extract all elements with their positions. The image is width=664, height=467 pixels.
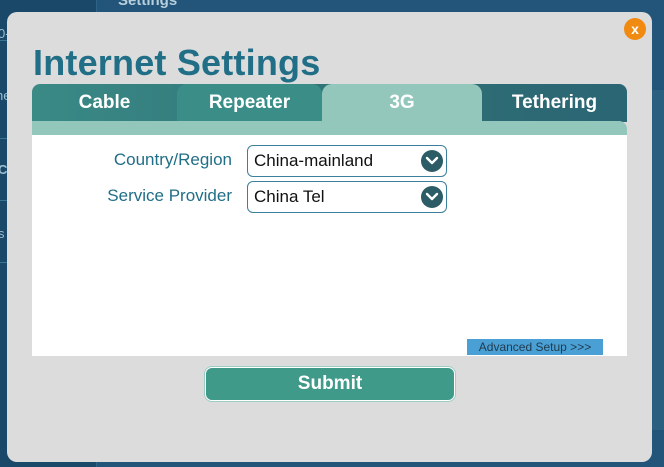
tab-3g[interactable]: 3G (322, 84, 482, 122)
background-text: s (0, 226, 5, 241)
close-icon: x (631, 21, 639, 37)
tab-cable[interactable]: Cable (32, 84, 177, 122)
provider-label: Service Provider (107, 186, 232, 205)
provider-row: Service Provider China Tel (32, 181, 627, 213)
country-value: China-mainland (254, 151, 374, 170)
submit-button[interactable]: Submit (205, 367, 455, 401)
tab-tethering[interactable]: Tethering (482, 84, 627, 122)
chevron-down-icon (421, 186, 443, 208)
tab-repeater[interactable]: Repeater (177, 84, 322, 122)
background-page-title: Settings (118, 0, 178, 9)
country-row: Country/Region China-mainland (32, 145, 627, 177)
country-select[interactable]: China-mainland (247, 145, 447, 177)
provider-select[interactable]: China Tel (247, 181, 447, 213)
background-panel (652, 90, 664, 430)
dialog-title: Internet Settings (33, 42, 321, 83)
tab-bar: Cable Repeater 3G Tethering (32, 84, 627, 122)
country-label: Country/Region (113, 150, 232, 169)
settings-panel: Country/Region China-mainland Service Pr… (32, 135, 627, 356)
active-tab-underline (32, 121, 627, 135)
close-button[interactable]: x (624, 18, 646, 40)
advanced-setup-link[interactable]: Advanced Setup >>> (467, 339, 603, 355)
chevron-down-icon (421, 150, 443, 172)
provider-value: China Tel (254, 187, 325, 206)
